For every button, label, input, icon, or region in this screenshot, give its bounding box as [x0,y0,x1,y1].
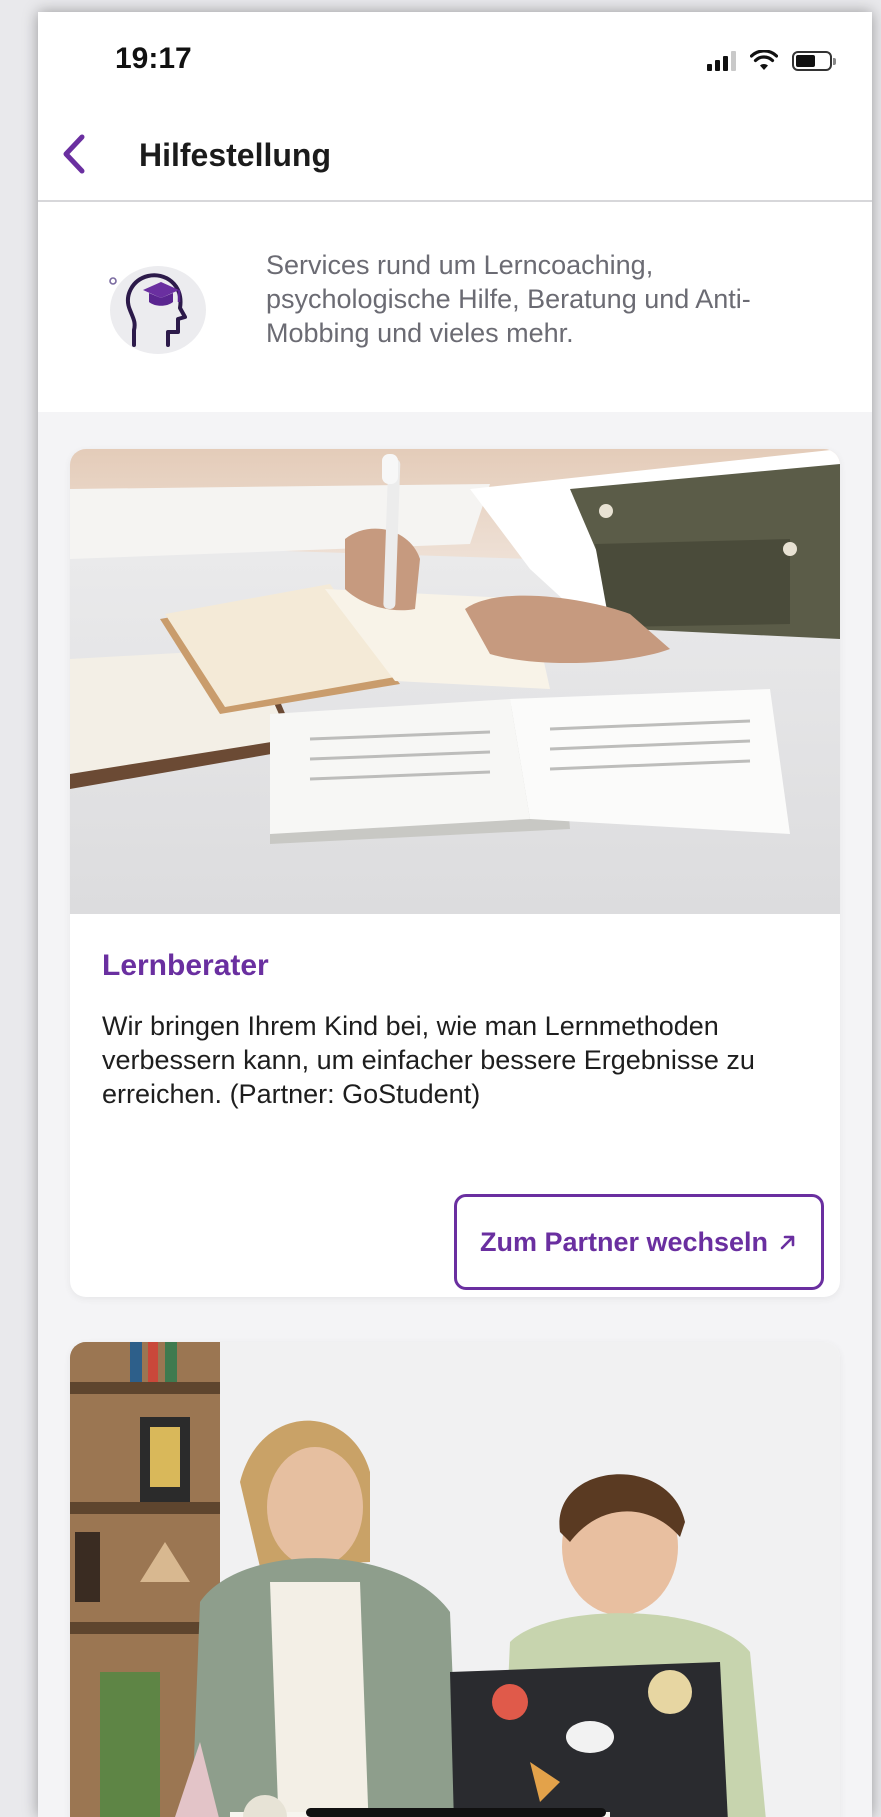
chevron-left-icon [63,134,85,174]
service-card: Lernberater Wir bringen Ihrem Kind bei, … [70,449,840,1297]
intro-section: Services rund um Lerncoaching, psycholog… [38,202,872,412]
button-label: Zum Partner wechseln [479,1226,769,1257]
status-time: 19:17 [115,42,192,75]
wifi-icon [750,50,778,70]
tutoring-photo [70,1342,840,1817]
intro-description: Services rund um Lerncoaching, psycholog… [266,250,751,348]
status-bar: 19:17 [38,12,872,107]
battery-icon [792,51,836,71]
status-icons [707,50,836,72]
learning-head-icon [109,266,206,354]
card-title: Lernberater [102,949,269,982]
service-card [70,1342,840,1817]
switch-to-partner-button[interactable]: Zum Partner wechseln [454,1194,824,1290]
card-image-tutoring [70,1342,840,1817]
home-indicator[interactable] [306,1808,606,1817]
studying-photo [70,449,840,914]
cellular-signal-icon [707,51,736,71]
card-description: Wir bringen Ihrem Kind bei, wie man Lern… [102,1011,755,1109]
card-image-studying [70,449,840,914]
page-title: Hilfestellung [139,137,332,173]
external-arrow-icon [780,1235,795,1250]
navigation-bar: Hilfestellung [38,107,872,202]
back-button[interactable] [54,131,94,177]
phone-screen: 19:17 Hilfestellung Services rund um Ler… [38,12,872,1817]
